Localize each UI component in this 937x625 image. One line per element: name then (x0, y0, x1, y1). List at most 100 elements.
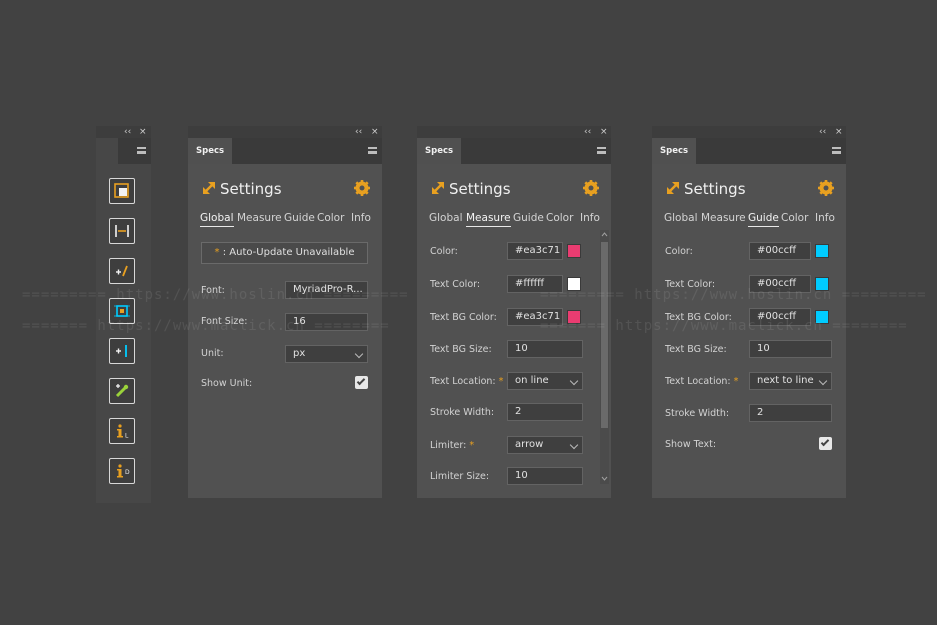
update-star: * (214, 247, 220, 258)
text-location-label: Text Location: * (665, 376, 739, 387)
tab-color[interactable]: Color (317, 210, 344, 226)
show-text-label: Show Text: (665, 439, 717, 450)
info-l-icon: L (117, 424, 129, 439)
watermark-line-2-right: ======= https://www.maclick.cn ======== (540, 318, 908, 334)
scrollbar[interactable] (600, 230, 609, 484)
gear-icon[interactable] (583, 180, 599, 196)
tool-add-distance-button[interactable] (109, 258, 135, 284)
chevron-down-icon (818, 376, 828, 386)
settings-title: Settings (684, 180, 746, 198)
stroke-width-field[interactable]: 2 (749, 404, 832, 422)
tab-guide[interactable]: Guide (284, 210, 315, 226)
close-icon[interactable]: × (139, 126, 147, 138)
panel-menu-icon[interactable] (137, 147, 146, 154)
chevron-down-icon (569, 376, 579, 386)
settings-header: Settings (202, 178, 370, 200)
unit-dropdown[interactable]: px (285, 345, 368, 363)
settings-title: Settings (449, 180, 511, 198)
panel-frame-top: ‹‹ × (652, 126, 846, 138)
color-label: Color: (665, 246, 693, 257)
text-bg-size-field[interactable]: 10 (507, 340, 583, 358)
tab-specs[interactable]: Specs (417, 138, 462, 164)
collapse-icon[interactable]: ‹‹ (584, 126, 591, 138)
close-icon[interactable]: × (371, 126, 379, 138)
scroll-down-icon[interactable] (601, 475, 608, 482)
panel-menu-icon[interactable] (368, 147, 377, 154)
color-label: Color: (430, 246, 458, 257)
panel-menu-icon[interactable] (597, 147, 606, 154)
text-color-label: Text Color: (430, 279, 481, 290)
stroke-width-field[interactable]: 2 (507, 403, 583, 421)
info-d-icon: D (117, 464, 130, 478)
color-swatch[interactable] (815, 244, 829, 258)
close-icon[interactable]: × (835, 126, 843, 138)
text-bg-size-field[interactable]: 10 (749, 340, 832, 358)
tab-info[interactable]: Info (580, 210, 600, 226)
tab-info[interactable]: Info (351, 210, 371, 226)
watermark-line-2: ======= https://www.maclick.cn ======== (22, 318, 390, 334)
color-field[interactable]: #00ccff (749, 242, 811, 260)
area-icon (114, 183, 129, 198)
tab-global[interactable]: Global (664, 210, 698, 226)
tab-color[interactable]: Color (781, 210, 808, 226)
auto-update-button[interactable]: * : Auto-Update Unavailable (201, 242, 368, 264)
tab-global[interactable]: Global (429, 210, 463, 226)
stroke-width-label: Stroke Width: (430, 407, 495, 418)
specs-panel-guide: ‹‹ × Specs Settings Global Measure Guide… (652, 126, 846, 498)
width-icon (115, 225, 129, 237)
tab-guide[interactable]: Guide (513, 210, 544, 226)
toolbar-frame-top: ‹‹ × (96, 126, 151, 138)
tab-color[interactable]: Color (546, 210, 573, 226)
scrollbar-thumb[interactable] (601, 242, 608, 428)
tab-guide[interactable]: Guide (748, 210, 779, 227)
gear-icon[interactable] (354, 180, 370, 196)
tool-area-button[interactable] (109, 178, 135, 204)
panel-tabstrip: Specs (188, 138, 382, 164)
tab-specs[interactable]: Specs (188, 138, 233, 164)
settings-header: Settings (666, 178, 834, 200)
show-text-checkbox[interactable] (819, 437, 832, 450)
limiter-value: arrow (515, 439, 544, 450)
tab-info[interactable]: Info (815, 210, 835, 226)
tab-measure[interactable]: Measure (237, 210, 282, 226)
collapse-icon[interactable]: ‹‹ (819, 126, 826, 138)
bounds-icon (114, 305, 130, 317)
text-location-value: next to line (757, 375, 814, 386)
panel-frame-top: ‹‹ × (417, 126, 611, 138)
tab-global[interactable]: Global (200, 210, 234, 227)
tab-specs[interactable]: Specs (652, 138, 697, 164)
tab-measure[interactable]: Measure (701, 210, 746, 226)
color-field[interactable]: #ea3c71 (507, 242, 563, 260)
show-unit-checkbox[interactable] (355, 376, 368, 389)
collapse-icon[interactable]: ‹‹ (124, 126, 131, 138)
scroll-up-icon[interactable] (601, 231, 608, 238)
text-location-label: Text Location: * (430, 376, 504, 387)
add-distance-icon (116, 265, 128, 277)
limiter-size-label: Limiter Size: (430, 471, 490, 482)
tool-add-line-button[interactable] (109, 338, 135, 364)
text-location-dropdown[interactable]: next to line (749, 372, 832, 390)
text-bg-color-label: Text BG Color: (430, 312, 497, 323)
text-location-dropdown[interactable]: on line (507, 372, 583, 390)
text-bg-size-label: Text BG Size: (430, 344, 492, 355)
tool-width-button[interactable] (109, 218, 135, 244)
gear-icon[interactable] (818, 180, 834, 196)
tool-color-picker-button[interactable] (109, 378, 135, 404)
collapse-icon[interactable]: ‹‹ (355, 126, 362, 138)
close-icon[interactable]: × (600, 126, 608, 138)
panel-menu-icon[interactable] (832, 147, 841, 154)
tool-info-l-button[interactable]: L (109, 418, 135, 444)
update-button-label: : Auto-Update Unavailable (222, 247, 355, 258)
limiter-dropdown[interactable]: arrow (507, 436, 583, 454)
limiter-size-field[interactable]: 10 (507, 467, 583, 485)
expand-arrow-icon (203, 182, 215, 194)
settings-title: Settings (220, 180, 282, 198)
watermark-line-1: ========= https://www.hoslin.cn ========… (22, 287, 409, 303)
toolbar-panel: ‹‹ × L D (96, 126, 151, 503)
show-unit-label: Show Unit: (201, 378, 253, 389)
color-swatch[interactable] (567, 244, 581, 258)
tool-info-d-button[interactable]: D (109, 458, 135, 484)
text-location-value: on line (515, 375, 549, 386)
tab-measure[interactable]: Measure (466, 210, 511, 227)
add-line-icon (116, 345, 127, 357)
